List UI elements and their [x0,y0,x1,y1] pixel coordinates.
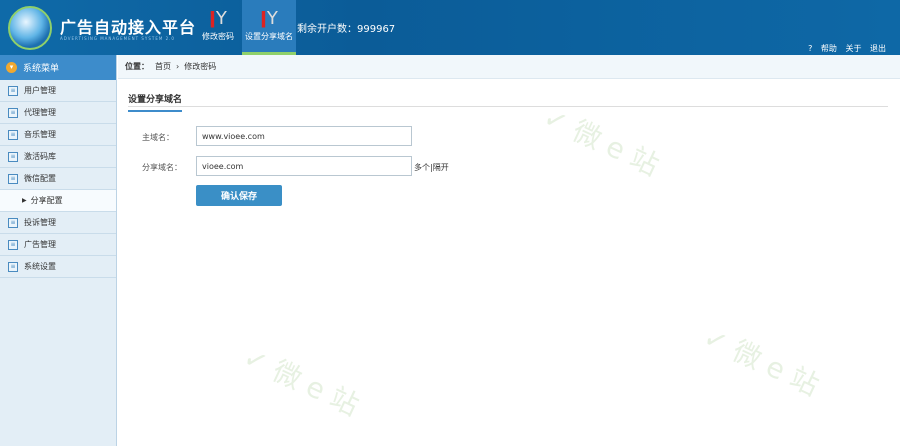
list-icon: ≡ [8,261,18,272]
breadcrumb-current: 修改密码 [184,62,217,71]
watermark-decoration: ✓ 微 e 站 [538,100,664,183]
item-label: 代理管理 [24,108,56,117]
breadcrumb-prefix: 位置： [125,62,149,71]
share-domain-label: 分享域名： [142,163,182,172]
tools-icon: ǀY [209,8,227,29]
tab-share-domain[interactable]: 设置分享域名 [128,92,183,112]
watermark-decoration: ✓ 微 e 站 [238,340,364,423]
caret-right-icon: ▶ [22,197,27,204]
nav-share-domain[interactable]: ǀY 设置分享域名 [242,0,296,55]
item-label: 微信配置 [24,174,56,183]
sidebar-item-ads[interactable]: ≡ 广告管理 [0,234,116,256]
item-label: 系统设置 [24,262,56,271]
main-domain-label: 主域名： [142,133,174,142]
nav-change-password[interactable]: ǀY 修改密码 [193,0,243,55]
watermark-decoration: ✓ 微 e 站 [698,320,824,403]
list-icon: ≡ [8,239,18,250]
chevron-down-icon: ▾ [6,62,17,73]
about-link[interactable]: 关于 [845,44,861,53]
list-icon: ≡ [8,151,18,162]
nav-label: 修改密码 [202,32,234,41]
breadcrumb-home[interactable]: 首页 [155,61,171,72]
main-domain-input[interactable] [196,126,412,146]
sidebar-title: 系统菜单 [23,64,60,74]
item-label: 音乐管理 [24,130,56,139]
sidebar-item-music[interactable]: ≡ 音乐管理 [0,124,116,146]
save-button[interactable]: 确认保存 [196,185,282,206]
list-icon: ≡ [8,217,18,228]
header: 广告自动接入平台 ADVERTISING MANAGEMENT SYSTEM 2… [0,0,900,55]
item-label: 广告管理 [24,240,56,249]
list-icon: ≡ [8,107,18,118]
logo [8,6,52,50]
breadcrumb-separator: › [176,62,180,71]
sidebar-item-settings[interactable]: ≡ 系统设置 [0,256,116,278]
account-count: 剩余开户数：999967 [297,24,396,35]
help-label: 帮助 [820,44,837,53]
item-label: 分享配置 [30,196,63,205]
logout-link[interactable]: 退出 [870,44,886,53]
list-icon: ≡ [8,85,18,96]
sidebar-item-wechat[interactable]: ≡ 微信配置 [0,168,116,190]
sidebar: ▾ 系统菜单 ≡ 用户管理 ≡ 代理管理 ≡ 音乐管理 ≡ 激活码库 ≡ 微信配置 ▶ 分享配… [0,55,117,446]
item-label: 用户管理 [24,86,56,95]
tab-divider [128,106,888,107]
list-icon: ≡ [8,129,18,140]
item-label: 投诉管理 [24,218,56,227]
list-icon: ≡ [8,173,18,184]
sidebar-item-share-config[interactable]: ▶ 分享配置 [0,190,116,212]
app-subtitle: ADVERTISING MANAGEMENT SYSTEM 2.0 [60,36,175,41]
help-link[interactable]: ? 帮助 [808,44,837,53]
sidebar-header[interactable]: ▾ 系统菜单 [0,55,116,80]
sidebar-item-users[interactable]: ≡ 用户管理 [0,80,116,102]
header-links: ? 帮助 关于 退出 [802,43,886,54]
app-title: 广告自动接入平台 [60,18,197,37]
share-domain-hint: 多个|隔开 [414,163,449,172]
tools-icon: ǀY [260,8,278,29]
sidebar-item-complaints[interactable]: ≡ 投诉管理 [0,212,116,234]
breadcrumb: 位置： 首页 › 修改密码 [118,55,900,79]
share-domain-input[interactable] [196,156,412,176]
item-label: 激活码库 [24,152,56,161]
sidebar-item-codes[interactable]: ≡ 激活码库 [0,146,116,168]
nav-label: 设置分享域名 [245,32,293,41]
sidebar-item-agents[interactable]: ≡ 代理管理 [0,102,116,124]
